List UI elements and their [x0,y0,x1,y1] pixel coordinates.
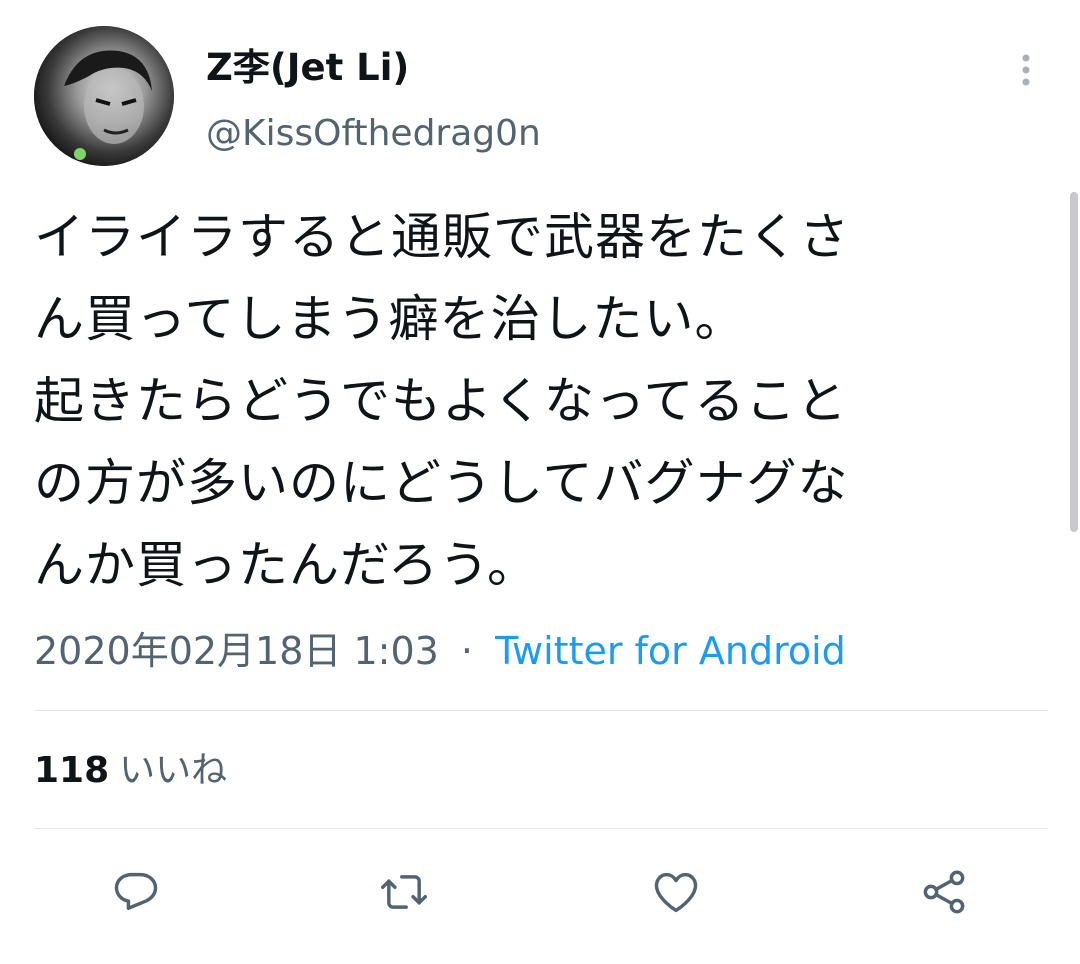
likes-count: 118 [34,750,110,791]
display-name[interactable]: Z李(Jet Li) [206,44,409,92]
retweet-icon [381,875,427,909]
tweet-text: イライラすると通販で武器をたくさ ん買ってしまう癖を治したい。 起きたらどうでも… [34,196,1044,606]
share-button[interactable] [914,862,974,922]
retweet-button[interactable] [374,862,434,922]
like-button[interactable] [646,862,706,922]
likes-label: いいね [119,750,228,791]
divider [34,710,1048,711]
more-vertical-icon [1022,54,1030,86]
share-icon [923,870,965,914]
meta-separator: · [460,629,474,673]
divider [34,828,1048,829]
user-handle[interactable]: @KissOfthedrag0n [206,110,541,158]
more-options-button[interactable] [1008,50,1044,90]
tweet-text-line: んか買ったんだろう。 [34,536,538,594]
tweet-text-line: の方が多いのにどうしてバグナグな [34,454,849,512]
tweet-timestamp[interactable]: 2020年02月18日 1:03 [34,629,439,673]
tweet-text-line: イライラすると通販で武器をたくさ [34,208,850,266]
reply-button[interactable] [106,862,166,922]
reply-icon [114,872,158,910]
avatar[interactable] [34,26,174,166]
avatar-image [34,26,174,166]
tweet-source-link[interactable]: Twitter for Android [495,629,846,673]
tweet-meta: 2020年02月18日 1:03 · Twitter for Android [34,626,846,676]
like-icon [654,872,698,913]
scrollbar-thumb[interactable] [1070,192,1078,532]
likes-stat[interactable]: 118 いいね [34,746,227,796]
tweet-text-line: ん買ってしまう癖を治したい。 [34,290,746,348]
tweet-text-line: 起きたらどうでもよくなってること [34,372,848,430]
